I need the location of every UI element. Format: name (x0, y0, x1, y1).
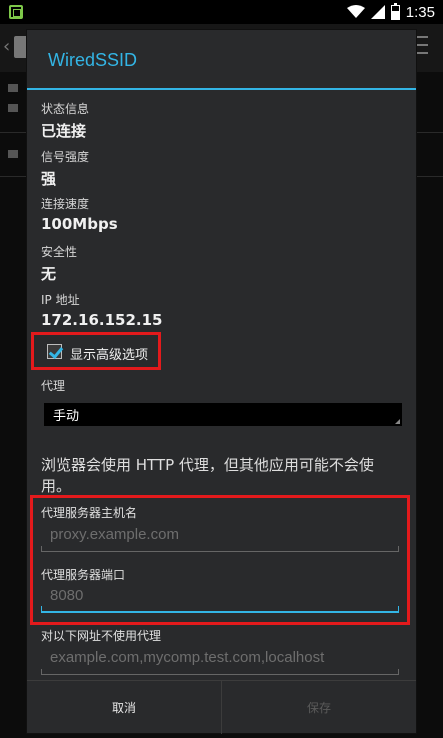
wifi-icon (346, 5, 365, 18)
highlight-box-checkbox (31, 332, 161, 370)
dialog-button-bar: 取消 保存 (27, 680, 416, 734)
status-value: 已连接 (41, 122, 87, 140)
background-text (8, 104, 18, 112)
background-text (8, 150, 18, 158)
back-chevron-icon: ‹ (3, 36, 11, 57)
proxy-exclusion-input[interactable]: example.com,mycomp.test.com,localhost (41, 647, 399, 675)
proxy-spinner[interactable]: 手动 (44, 403, 402, 426)
dialog-title: WiredSSID (48, 50, 138, 70)
overflow-menu-icon (414, 36, 428, 54)
background-text (8, 84, 18, 92)
status-time: 1:35 (405, 3, 435, 21)
proxy-note: 浏览器会使用 HTTP 代理，但其他应用可能不会使用。 (41, 456, 374, 495)
security-label: 安全性 (41, 245, 78, 259)
signal-strength-label: 信号强度 (41, 150, 90, 164)
link-speed-value: 100Mbps (41, 215, 118, 233)
highlight-box-proxy-fields (30, 495, 410, 625)
battery-icon (390, 2, 400, 20)
proxy-spinner-value: 手动 (53, 409, 80, 424)
proxy-exclusion-label: 对以下网址不使用代理 (41, 629, 162, 643)
status-bar: 1:35 (0, 0, 443, 24)
wifi-dialog: WiredSSID 状态信息 已连接 信号强度 强 连接速度 100Mbps 安… (27, 30, 416, 734)
background-app-icon (14, 36, 28, 58)
save-button[interactable]: 保存 (222, 681, 416, 734)
signal-strength-value: 强 (41, 170, 57, 188)
ip-address-value: 172.16.152.15 (41, 311, 163, 329)
proxy-exclusion-placeholder: example.com,mycomp.test.com,localhost (50, 649, 325, 666)
signal-icon (370, 5, 385, 19)
cancel-button[interactable]: 取消 (27, 681, 222, 734)
app-notification-icon (9, 5, 23, 19)
link-speed-label: 连接速度 (41, 197, 90, 211)
spinner-arrow-icon (395, 419, 400, 424)
status-label: 状态信息 (41, 102, 90, 116)
title-divider (27, 88, 416, 90)
ip-address-label: IP 地址 (41, 293, 80, 307)
security-value: 无 (41, 265, 57, 283)
proxy-label: 代理 (41, 379, 66, 393)
